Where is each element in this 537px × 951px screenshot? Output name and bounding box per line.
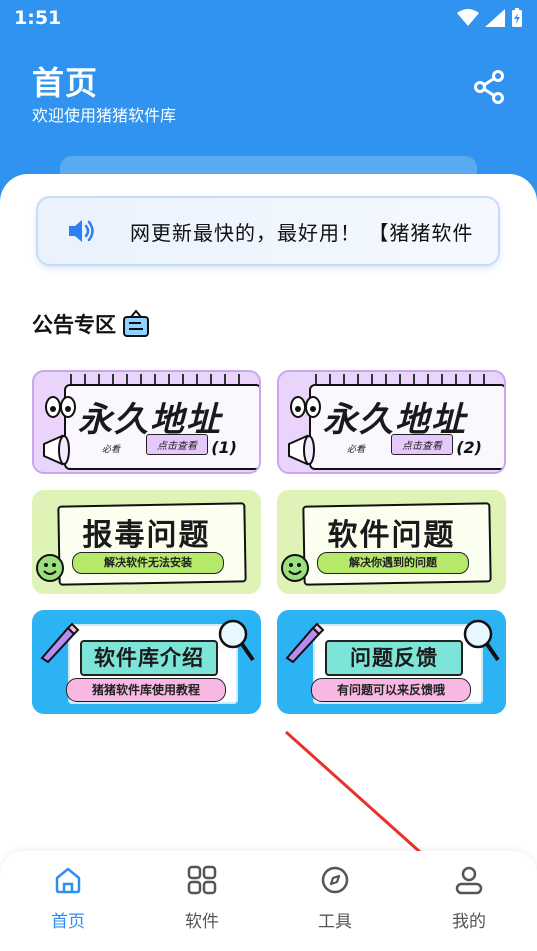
page-title: 首页 <box>32 64 99 102</box>
status-icons <box>457 8 523 28</box>
eyes-icon <box>45 396 76 418</box>
smiley-icon <box>36 554 64 582</box>
tab-label: 我的 <box>452 912 486 932</box>
card-subtitle: 解决你遇到的问题 <box>317 552 469 574</box>
card-tag: 必看 <box>102 445 121 455</box>
header: 首页 欢迎使用猪猪软件库 <box>0 36 537 176</box>
announcement-card-software-issue[interactable]: 软件问题 解决你遇到的问题 <box>277 490 506 594</box>
tab-home[interactable]: 首页 <box>28 865 108 945</box>
magnifier-icon <box>218 619 255 662</box>
tab-profile[interactable]: 我的 <box>429 865 509 945</box>
megaphone-icon <box>288 434 315 466</box>
card-title: 软件问题 <box>327 518 456 553</box>
announcement-card-virus-issue[interactable]: 报毒问题 解决软件无法安装 <box>32 490 261 594</box>
tab-label: 工具 <box>318 912 352 932</box>
tab-software[interactable]: 软件 <box>162 865 242 945</box>
card-subtitle: 猪猪软件库使用教程 <box>66 678 226 702</box>
compass-icon <box>321 866 349 894</box>
card-subtitle: 解决软件无法安装 <box>72 552 224 574</box>
bottom-tab-bar: 首页 软件 工具 我的 <box>0 851 537 951</box>
section-title-text: 公告专区 <box>32 313 116 337</box>
announcement-card-feedback[interactable]: 问题反馈 有问题可以来反馈哦 <box>277 610 506 714</box>
status-bar: 1:51 <box>0 0 537 36</box>
card-number: (2) <box>456 438 482 457</box>
page-subtitle: 欢迎使用猪猪软件库 <box>32 106 177 125</box>
status-time: 1:51 <box>14 7 62 29</box>
section-title: 公告专区 <box>32 308 152 340</box>
card-title: 报毒问题 <box>82 518 211 553</box>
tab-label: 首页 <box>51 912 85 932</box>
magnifier-icon <box>463 619 500 662</box>
megaphone-icon <box>43 434 70 466</box>
notice-text: 网更新最快的，最好用！ 【猪猪软件 <box>130 220 474 245</box>
wifi-icon <box>457 9 479 26</box>
pencil-icon <box>40 622 80 664</box>
card-subtitle: 有问题可以来反馈哦 <box>311 678 471 702</box>
tab-label: 软件 <box>185 912 219 932</box>
tab-tools[interactable]: 工具 <box>295 865 375 945</box>
grid-icon <box>187 865 217 895</box>
signal-icon <box>485 9 505 27</box>
announcement-card-permanent-address-1[interactable]: 永久地址 必看 点击查看 (1) <box>32 370 261 474</box>
user-icon <box>455 866 483 895</box>
eyes-icon <box>290 396 321 418</box>
announcement-card-permanent-address-2[interactable]: 永久地址 必看 点击查看 (2) <box>277 370 506 474</box>
pencil-icon <box>285 622 325 664</box>
card-number: (1) <box>211 438 237 457</box>
home-icon <box>55 867 81 894</box>
battery-icon <box>512 8 522 27</box>
announcement-card-library-intro[interactable]: 软件库介绍 猪猪软件库使用教程 <box>32 610 261 714</box>
card-title: 问题反馈 <box>325 640 463 676</box>
card-tag: 必看 <box>347 445 366 455</box>
speaker-icon <box>69 220 94 242</box>
share-icon[interactable] <box>473 70 505 104</box>
card-button: 点击查看 <box>146 434 208 455</box>
card-button: 点击查看 <box>391 434 453 455</box>
badge-icon <box>123 309 149 337</box>
notice-banner[interactable]: 网更新最快的，最好用！ 【猪猪软件 <box>36 196 500 266</box>
smiley-icon <box>281 554 309 582</box>
card-title: 软件库介绍 <box>80 640 218 676</box>
